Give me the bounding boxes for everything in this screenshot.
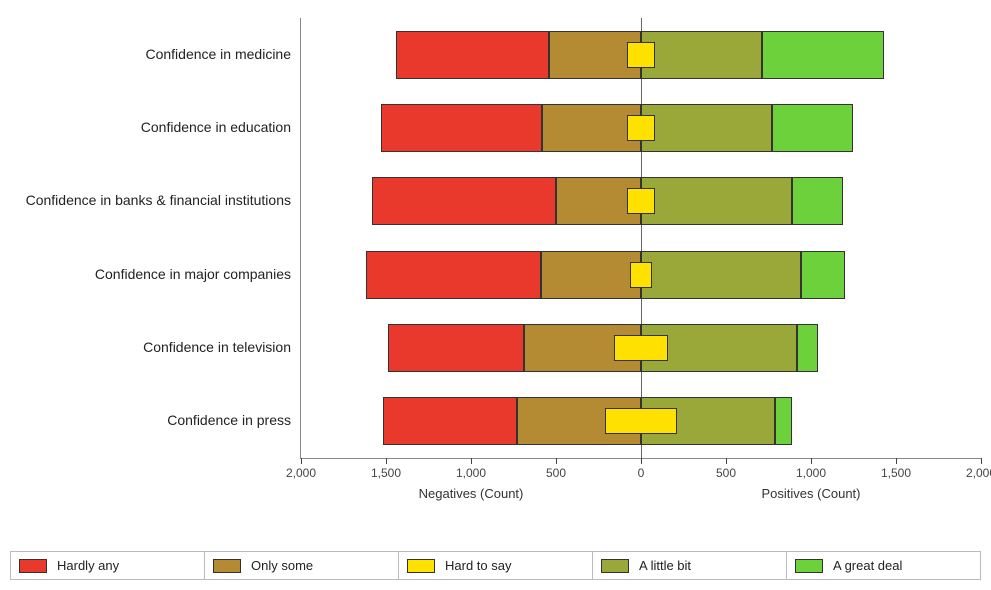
bar-a-little-bit: [641, 104, 772, 152]
bar-a-great-deal: [775, 397, 792, 445]
legend-item-only-some: Only some: [205, 551, 399, 580]
category-label: Confidence in television: [1, 339, 291, 355]
x-tick: [386, 458, 387, 464]
x-tick-label: 0: [638, 466, 645, 480]
bar-row: [301, 251, 981, 299]
x-tick-label: 2,000: [966, 466, 991, 480]
bar-a-great-deal: [801, 251, 845, 299]
bar-only-some: [541, 251, 641, 299]
category-label: Confidence in medicine: [1, 46, 291, 62]
x-tick-label: 500: [716, 466, 736, 480]
bar-row: [301, 177, 981, 225]
bar-row: [301, 31, 981, 79]
category-label: Confidence in banks & financial institut…: [1, 192, 291, 208]
legend-label: A great deal: [833, 558, 902, 573]
x-tick-label: 2,000: [286, 466, 316, 480]
bar-hardly-any: [381, 104, 543, 152]
legend-label: Only some: [251, 558, 313, 573]
legend-item-hard-to-say: Hard to say: [399, 551, 593, 580]
bar-hard-to-say: [614, 335, 668, 361]
swatch-hard-to-say-icon: [407, 559, 435, 573]
x-tick: [981, 458, 982, 464]
bar-a-great-deal: [792, 177, 843, 225]
bar-a-little-bit: [641, 31, 762, 79]
bar-a-great-deal: [772, 104, 854, 152]
bar-hard-to-say: [630, 262, 652, 288]
legend-item-hardly-any: Hardly any: [10, 551, 205, 580]
x-tick-label: 1,000: [796, 466, 826, 480]
bar-hardly-any: [366, 251, 541, 299]
legend: Hardly any Only some Hard to say A littl…: [10, 551, 981, 580]
swatch-a-great-deal-icon: [795, 559, 823, 573]
zero-axis-line: [641, 18, 642, 458]
bar-hardly-any: [383, 397, 517, 445]
bar-a-little-bit: [641, 251, 801, 299]
bar-hardly-any: [388, 324, 524, 372]
x-tick: [556, 458, 557, 464]
x-tick-label: 500: [546, 466, 566, 480]
bar-a-great-deal: [797, 324, 817, 372]
swatch-hardly-any-icon: [19, 559, 47, 573]
bar-row: [301, 397, 981, 445]
x-tick-label: 1,000: [456, 466, 486, 480]
legend-label: A little bit: [639, 558, 691, 573]
bar-row: [301, 104, 981, 152]
x-tick: [641, 458, 642, 464]
chart-container: 2,000 1,500 1,000 500 0 500 1,000 1,500 2,000 Neg…: [0, 0, 991, 590]
x-tick: [726, 458, 727, 464]
x-tick-label: 1,500: [371, 466, 401, 480]
category-label: Confidence in press: [1, 412, 291, 428]
bar-hardly-any: [372, 177, 556, 225]
swatch-only-some-icon: [213, 559, 241, 573]
x-tick: [811, 458, 812, 464]
x-tick: [896, 458, 897, 464]
x-tick: [471, 458, 472, 464]
bar-row: [301, 324, 981, 372]
category-label: Confidence in education: [1, 119, 291, 135]
bar-hard-to-say: [627, 188, 654, 214]
bar-hard-to-say: [627, 115, 656, 141]
x-tick-label: 1,500: [881, 466, 911, 480]
legend-item-a-great-deal: A great deal: [787, 551, 981, 580]
swatch-a-little-bit-icon: [601, 559, 629, 573]
legend-label: Hard to say: [445, 558, 511, 573]
plot-area: 2,0001,5001,00050005001,0001,5002,000Neg…: [300, 18, 981, 459]
bar-a-great-deal: [762, 31, 884, 79]
category-label: Confidence in major companies: [1, 266, 291, 282]
legend-item-a-little-bit: A little bit: [593, 551, 787, 580]
x-axis-title-positives: Positives (Count): [762, 486, 861, 501]
x-tick: [301, 458, 302, 464]
bar-hard-to-say: [627, 42, 656, 68]
legend-label: Hardly any: [57, 558, 119, 573]
bar-hardly-any: [396, 31, 549, 79]
x-axis-title-negatives: Negatives (Count): [419, 486, 524, 501]
bar-a-little-bit: [641, 177, 792, 225]
bar-hard-to-say: [605, 408, 676, 434]
